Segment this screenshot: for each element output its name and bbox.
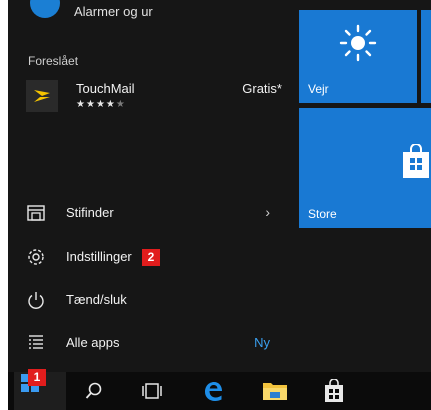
tile-weather[interactable]: Vejr (299, 10, 417, 103)
suggested-app-name: TouchMail (76, 81, 135, 96)
alarm-clock-icon (30, 0, 60, 18)
store-bag-icon (401, 143, 431, 185)
store-button[interactable] (311, 372, 357, 410)
star-empty-icon: ★ (115, 99, 126, 110)
suggested-section-title: Foreslået (28, 54, 79, 68)
menu-item-all-apps[interactable]: Alle apps Ny (18, 323, 294, 363)
app-item-label: Alarmer og ur (74, 4, 153, 19)
star-filled-icon: ★ (105, 99, 116, 110)
tile-store[interactable]: Store (299, 108, 431, 228)
start-menu: Alarmer og ur Foreslået TouchMail ★★★★★ … (8, 0, 431, 372)
star-filled-icon: ★ (76, 99, 86, 110)
taskbar (8, 372, 431, 410)
suggested-app-touchmail[interactable]: TouchMail ★★★★★ Gratis* (22, 76, 294, 118)
menu-item-power[interactable]: Tænd/sluk (18, 280, 294, 320)
annotation-badge-2: 2 (142, 249, 160, 266)
menu-item-label: Tænd/sluk (66, 292, 127, 307)
edge-button[interactable] (190, 372, 236, 410)
annotation-badge-1: 1 (28, 369, 46, 386)
menu-item-label: Indstillinger (66, 249, 132, 264)
search-button[interactable] (71, 372, 117, 410)
suggested-app-price: Gratis* (242, 81, 282, 96)
star-filled-icon: ★ (95, 99, 106, 110)
sun-icon (339, 24, 377, 67)
new-apps-badge: Ny (254, 335, 270, 350)
start-menu-screenshot: Alarmer og ur Foreslået TouchMail ★★★★★ … (0, 0, 431, 410)
chevron-right-icon[interactable]: › (265, 204, 270, 220)
star-filled-icon: ★ (85, 99, 96, 110)
touchmail-icon (26, 80, 58, 112)
tile-partial[interactable] (421, 10, 431, 103)
menu-item-explorer[interactable]: Stifinder › (18, 193, 294, 233)
app-item-alarms-clock[interactable]: Alarmer og ur (8, 0, 298, 32)
folder-icon (26, 203, 46, 223)
list-icon (26, 333, 46, 353)
tile-label: Store (308, 207, 337, 221)
gear-icon (26, 247, 46, 267)
file-explorer-button[interactable] (252, 372, 298, 410)
task-view-button[interactable] (129, 372, 175, 410)
menu-item-label: Stifinder (66, 205, 114, 220)
rating-stars: ★★★★★ (76, 99, 126, 110)
tile-label: Vejr (308, 82, 329, 96)
menu-item-label: Alle apps (66, 335, 120, 350)
power-icon (26, 290, 46, 310)
